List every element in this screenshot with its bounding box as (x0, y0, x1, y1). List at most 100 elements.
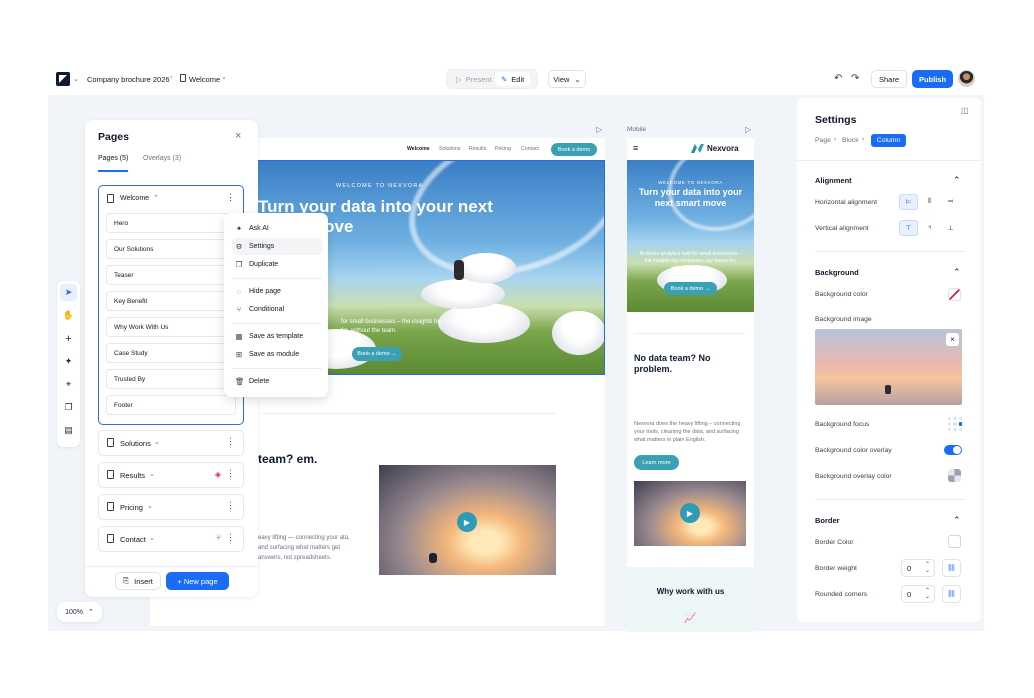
nav-results[interactable]: Results (469, 146, 486, 152)
nav-welcome[interactable]: Welcome (407, 146, 430, 152)
project-name[interactable]: Company brochure 2026 (87, 75, 170, 84)
mobile-video-thumbnail[interactable]: ▶ (634, 481, 746, 546)
section-row[interactable]: Trusted By (106, 369, 236, 389)
share-button[interactable]: Share (871, 70, 907, 88)
link-icon[interactable]: ⛓ (942, 559, 961, 577)
chevron-up-icon[interactable]: ⌃ (153, 194, 159, 202)
section-row[interactable]: Why Work With Us (106, 317, 236, 337)
menu-conditional[interactable]: ⑂ Conditional (232, 301, 322, 318)
chevron-down-icon[interactable]: ⌄ (154, 438, 160, 446)
page-row-results[interactable]: Results ⌄ ◈ ⋮ (98, 462, 244, 488)
section-row[interactable]: Teaser (106, 265, 236, 285)
crumb-block[interactable]: Block (842, 137, 859, 144)
align-right-icon[interactable]: ⫤ (941, 194, 960, 210)
chevron-up-icon[interactable]: ⌃ (953, 175, 961, 186)
hero-book-demo-button[interactable]: Book a demo → (352, 347, 402, 361)
page-row-contact[interactable]: Contact ⌄ ⑂ ⋮ (98, 526, 244, 552)
menu-icon[interactable]: ≡ (633, 143, 638, 153)
stepper-icon[interactable]: ⌃ ⌄ (925, 588, 930, 600)
menu-save-module[interactable]: ⊞ Save as module (232, 346, 322, 363)
view-dropdown[interactable]: View ⌄ (548, 70, 586, 88)
focus-grid-icon[interactable] (948, 417, 962, 431)
page-row-solutions[interactable]: Solutions ⌄ ⋮ (98, 430, 244, 456)
more-icon[interactable]: ⋮ (226, 533, 235, 542)
menu-hide-page[interactable]: ◌ Hide page (232, 283, 322, 300)
border-color-swatch[interactable] (948, 535, 961, 548)
zoom-control[interactable]: 100% ⌃ (57, 602, 102, 622)
copy-icon[interactable]: ❐ (60, 399, 77, 416)
stepper-icon[interactable]: ⌃ ⌄ (925, 562, 930, 574)
select-pointer-icon[interactable]: ➤ (60, 284, 77, 301)
menu-delete[interactable]: 🗑 Delete (232, 373, 322, 390)
add-icon[interactable]: + (60, 330, 77, 347)
menu-ask-ai[interactable]: ✦ Ask AI (232, 220, 322, 237)
section-row[interactable]: Our Solutions (106, 239, 236, 259)
chevron-down-icon[interactable]: ⌄ (147, 502, 153, 510)
menu-settings[interactable]: ⚙ Settings (232, 238, 322, 255)
mobile-hero[interactable]: WELCOME TO NEXVORA Turn your data into y… (627, 160, 754, 312)
nav-pricing[interactable]: Pricing (495, 146, 511, 152)
rounded-corners-input[interactable]: 0 ⌃ ⌄ (901, 585, 935, 603)
align-middle-icon[interactable]: ⫞ (920, 220, 939, 236)
video-thumbnail[interactable]: ▶ (379, 465, 556, 575)
chevron-up-icon[interactable]: ⌃ (953, 515, 961, 526)
ai-sparkle-icon[interactable]: ✦ (60, 353, 77, 370)
chevron-down-icon[interactable]: ⌄ (149, 470, 155, 478)
page-welcome-label[interactable]: Welcome (120, 195, 149, 202)
preview-mobile-icon[interactable]: ▷ (745, 125, 751, 134)
border-weight-input[interactable]: 0 ⌃ ⌄ (901, 559, 935, 577)
chevron-down-icon[interactable]: ⌄ (73, 75, 79, 83)
learn-more-button[interactable]: Learn more (634, 455, 679, 470)
avatar[interactable] (958, 70, 975, 87)
preview-desktop-icon[interactable]: ▷ (596, 125, 602, 134)
remove-image-icon[interactable]: × (946, 333, 959, 346)
page-row-pricing[interactable]: Pricing ⌄ ⋮ (98, 494, 244, 520)
close-icon[interactable]: × (235, 130, 241, 142)
nav-contact[interactable]: Contact (521, 146, 539, 152)
chevron-down-icon[interactable]: ⌄ (149, 534, 155, 542)
nav-solutions[interactable]: Solutions (439, 146, 460, 152)
chevron-up-icon[interactable]: ⌃ (953, 267, 961, 278)
cursor-sparkle-icon[interactable]: ⌖ (60, 376, 77, 393)
more-icon[interactable]: ⋮ (226, 501, 235, 510)
overlay-color-swatch[interactable] (948, 469, 961, 482)
more-icon[interactable]: ⋮ (226, 193, 235, 202)
mobile-book-demo-button[interactable]: Book a demo → (664, 282, 717, 295)
align-bottom-icon[interactable]: ⊥ (941, 220, 960, 236)
tab-pages[interactable]: Pages (5) (98, 155, 128, 162)
background-image-preview[interactable]: × (815, 329, 962, 405)
hand-icon[interactable]: ✋ (60, 307, 77, 324)
link-icon[interactable]: ⛓ (942, 585, 961, 603)
more-icon[interactable]: ⋮ (226, 469, 235, 478)
tab-overlays[interactable]: Overlays (3) (143, 155, 181, 162)
color-overlay-toggle[interactable] (944, 445, 962, 455)
panel-toggle-icon[interactable]: ◫ (961, 106, 969, 115)
align-center-icon[interactable]: ⫴ (920, 194, 939, 210)
undo-icon[interactable]: ↶ (834, 73, 842, 84)
no-color-swatch[interactable] (948, 288, 961, 301)
crumb-column[interactable]: Column (871, 134, 906, 147)
section-row[interactable]: Footer (106, 395, 236, 415)
insert-button[interactable]: ⎘ Insert (115, 572, 161, 590)
align-left-icon[interactable]: ⊨ (899, 194, 918, 210)
more-icon[interactable]: ⋮ (226, 437, 235, 446)
section-row[interactable]: Key Benefit (106, 291, 236, 311)
align-top-icon[interactable]: ⊤ (899, 220, 918, 236)
crumb-page[interactable]: Page (815, 137, 831, 144)
play-icon[interactable]: ▶ (680, 503, 700, 523)
section-row[interactable]: Hero (106, 213, 236, 233)
app-logo[interactable] (56, 72, 70, 86)
redo-icon[interactable]: ↷ (851, 73, 859, 84)
present-button[interactable]: ▷ Present (450, 72, 498, 86)
play-icon[interactable]: ▶ (457, 512, 477, 532)
publish-button[interactable]: Publish (912, 70, 953, 88)
edit-button[interactable]: ✎ Edit (495, 72, 531, 86)
new-page-button[interactable]: + New page (166, 572, 229, 590)
clipboard-icon[interactable]: ▤ (60, 422, 77, 439)
nav-book-demo-button[interactable]: Book a demo (551, 143, 597, 156)
menu-duplicate[interactable]: ❐ Duplicate (232, 256, 322, 273)
current-page-name[interactable]: Welcome (189, 75, 220, 84)
chevron-down-icon[interactable]: ⌄ (221, 73, 227, 81)
menu-save-template[interactable]: ▦ Save as template (232, 328, 322, 345)
section-row[interactable]: Case Study (106, 343, 236, 363)
